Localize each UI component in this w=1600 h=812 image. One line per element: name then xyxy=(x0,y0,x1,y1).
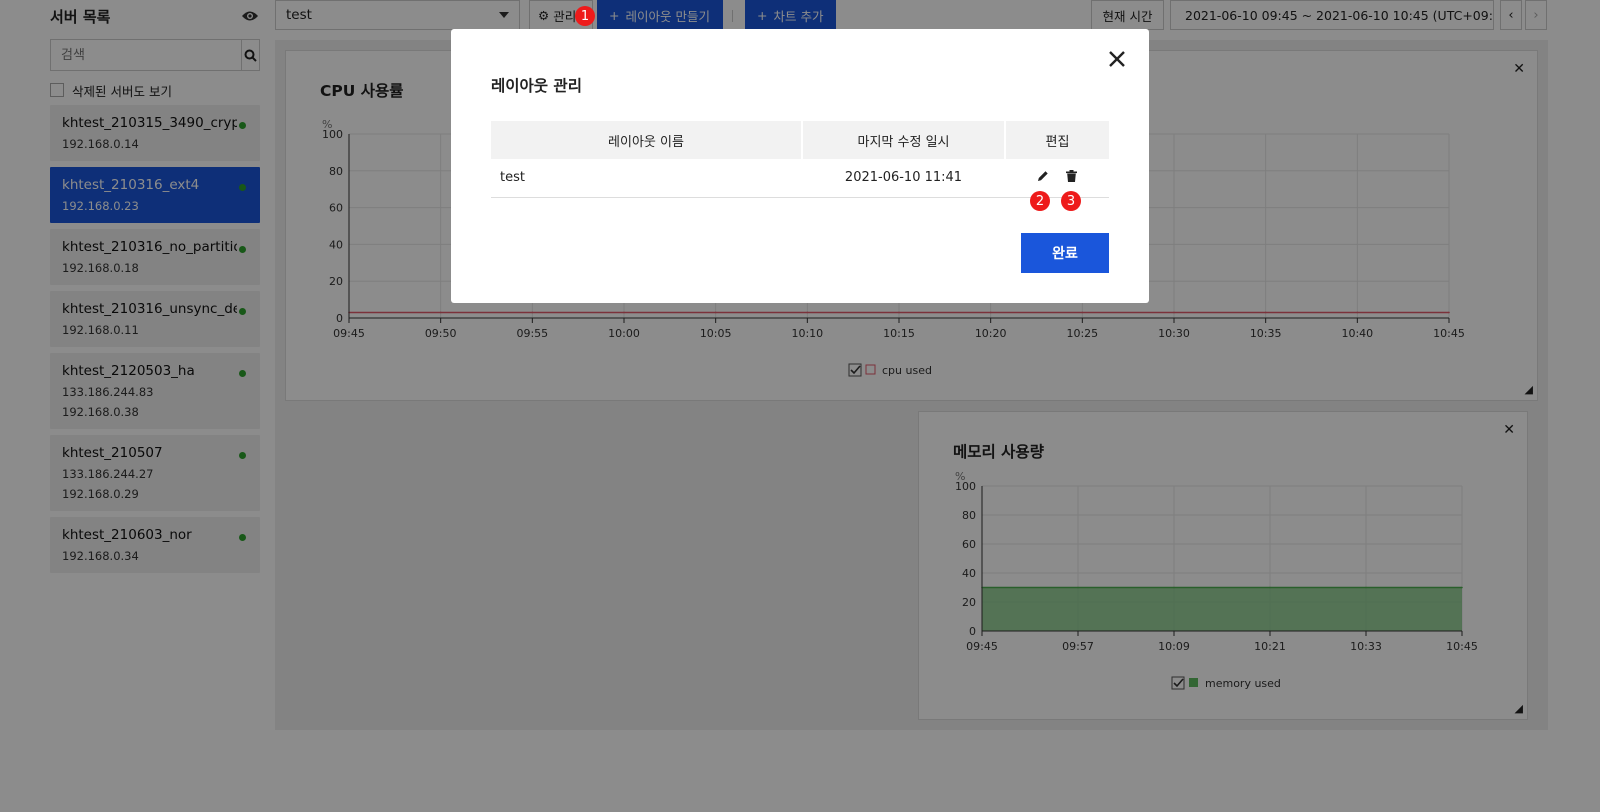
layout-manage-modal: 레이아웃 관리 레이아웃 이름 마지막 수정 일시 편집 test 2021-0… xyxy=(451,29,1149,303)
table-header-row: 레이아웃 이름 마지막 수정 일시 편집 xyxy=(491,121,1109,159)
edit-cell xyxy=(1005,159,1109,198)
annotation-badge: 3 xyxy=(1061,191,1081,211)
column-header: 마지막 수정 일시 xyxy=(802,121,1006,159)
table-row: test 2021-06-10 11:41 xyxy=(491,159,1109,198)
trash-icon[interactable] xyxy=(1065,169,1077,186)
layout-name-cell: test xyxy=(491,159,802,198)
annotation-badge: 2 xyxy=(1030,191,1050,211)
column-header: 레이아웃 이름 xyxy=(491,121,803,159)
column-header: 편집 xyxy=(1005,121,1109,159)
close-icon[interactable] xyxy=(1105,47,1129,71)
layout-modified-cell: 2021-06-10 11:41 xyxy=(802,159,1005,198)
modal-title: 레이아웃 관리 xyxy=(491,77,582,95)
layout-table: 레이아웃 이름 마지막 수정 일시 편집 test 2021-06-10 11:… xyxy=(491,121,1109,198)
annotation-badge: 1 xyxy=(575,6,595,26)
edit-icon[interactable] xyxy=(1037,170,1049,186)
done-button[interactable]: 완료 xyxy=(1021,233,1109,273)
